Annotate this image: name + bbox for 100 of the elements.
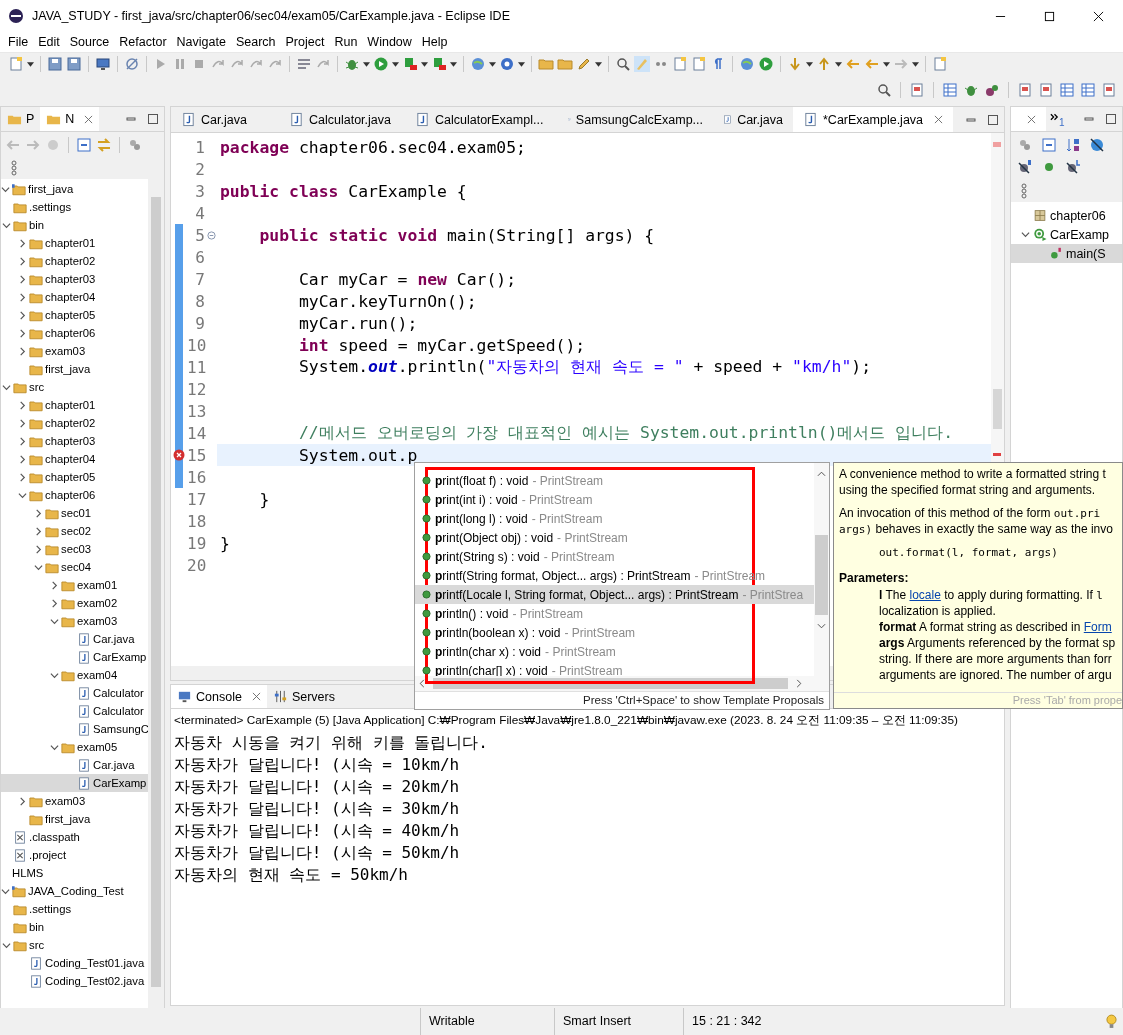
doc-icon[interactable] bbox=[1038, 81, 1054, 98]
scroll-right-icon[interactable] bbox=[796, 679, 802, 688]
hide-static-icon[interactable] bbox=[1017, 159, 1033, 175]
tree-item[interactable]: chapter05 bbox=[1, 468, 148, 486]
tree-item[interactable]: chapter02 bbox=[1, 252, 148, 270]
tree-item[interactable]: chapter01 bbox=[1, 234, 148, 252]
expand-caret-icon[interactable] bbox=[18, 274, 27, 284]
collapse-caret-icon[interactable] bbox=[50, 670, 59, 680]
completion-item[interactable]: print(String s) : void - PrintStream bbox=[415, 547, 814, 566]
expand-caret-icon[interactable] bbox=[34, 526, 43, 536]
scroll-left-icon[interactable] bbox=[419, 679, 425, 688]
globe-icon[interactable] bbox=[739, 56, 755, 72]
tree-item[interactable]: .classpath bbox=[1, 828, 148, 846]
doc-icon[interactable] bbox=[1101, 81, 1117, 98]
scroll-down-icon[interactable] bbox=[817, 623, 826, 629]
gear-icon[interactable] bbox=[499, 56, 515, 72]
search-icon[interactable] bbox=[876, 81, 892, 98]
tree-item[interactable]: sec02 bbox=[1, 522, 148, 540]
expand-caret-icon[interactable] bbox=[18, 238, 27, 248]
caret-icon[interactable] bbox=[450, 61, 457, 67]
completion-item[interactable]: print(long l) : void - PrintStream bbox=[415, 509, 814, 528]
expand-caret-icon[interactable] bbox=[34, 508, 43, 518]
tree-item[interactable]: exam01 bbox=[1, 576, 148, 594]
menu-item[interactable]: Refactor bbox=[114, 35, 172, 49]
tree-item[interactable]: first_java bbox=[1, 810, 148, 828]
caret-icon[interactable] bbox=[912, 61, 919, 67]
expand-caret-icon[interactable] bbox=[18, 346, 27, 356]
scrollbar[interactable] bbox=[814, 463, 829, 676]
tree-item[interactable]: chapter02 bbox=[1, 414, 148, 432]
tree-item[interactable]: Coding_Test01.java bbox=[1, 954, 148, 972]
play-icon[interactable] bbox=[402, 56, 418, 72]
search-icon[interactable] bbox=[615, 56, 631, 72]
expand-caret-icon[interactable] bbox=[18, 310, 27, 320]
tree-item[interactable]: chapter01 bbox=[1, 396, 148, 414]
grid-icon[interactable] bbox=[942, 81, 958, 98]
tree-item[interactable]: chapter04 bbox=[1, 450, 148, 468]
tree-item[interactable]: SamsungC bbox=[1, 720, 148, 738]
tree-item[interactable]: first_java bbox=[1, 180, 148, 198]
collapse-caret-icon[interactable] bbox=[50, 616, 59, 626]
tree-item[interactable]: first_java bbox=[1, 360, 148, 378]
save-icon[interactable] bbox=[66, 56, 82, 72]
menu-item[interactable]: Run bbox=[329, 35, 363, 49]
hide-local-icon[interactable] bbox=[1065, 159, 1081, 175]
caret-icon[interactable] bbox=[421, 61, 428, 67]
tree-item[interactable]: bin bbox=[1, 918, 148, 936]
caret-icon[interactable] bbox=[835, 61, 842, 67]
tree-item[interactable]: src bbox=[1, 936, 148, 954]
save-icon[interactable] bbox=[47, 56, 63, 72]
doc-icon[interactable] bbox=[1017, 81, 1033, 98]
caret-icon[interactable] bbox=[27, 61, 34, 67]
collapse-caret-icon[interactable] bbox=[1021, 230, 1030, 239]
sort-icon[interactable] bbox=[1065, 137, 1081, 153]
collapse-caret-icon[interactable] bbox=[18, 490, 27, 500]
menu-item[interactable]: Help bbox=[416, 35, 453, 49]
tree-item[interactable]: HLMS bbox=[1, 864, 148, 882]
editor-tab[interactable]: Car.java bbox=[713, 107, 793, 132]
collapse-caret-icon[interactable] bbox=[1, 886, 10, 896]
tree-item[interactable]: Calculator bbox=[1, 702, 148, 720]
tree-item[interactable]: chapter04 bbox=[1, 288, 148, 306]
editor-tab[interactable]: CalculatorExampl... bbox=[405, 107, 558, 132]
menu-item[interactable]: Source bbox=[64, 35, 115, 49]
tree-item[interactable]: src bbox=[1, 378, 148, 396]
lightbulb-icon[interactable] bbox=[1106, 1014, 1117, 1029]
doc-icon[interactable] bbox=[909, 81, 925, 98]
collapse-caret-icon[interactable] bbox=[1, 184, 10, 194]
tree-item[interactable]: exam03 bbox=[1, 342, 148, 360]
completion-item[interactable]: print(float f) : void - PrintStream bbox=[415, 471, 814, 490]
doc-link[interactable]: locale bbox=[909, 588, 941, 602]
menu-item[interactable]: Edit bbox=[33, 35, 65, 49]
tree-item[interactable]: exam04 bbox=[1, 666, 148, 684]
expand-caret-icon[interactable] bbox=[18, 328, 27, 338]
expand-caret-icon[interactable] bbox=[18, 400, 27, 410]
fold-icon[interactable] bbox=[206, 230, 216, 240]
menu-item[interactable]: File bbox=[3, 35, 34, 49]
tree-item[interactable]: chapter06 bbox=[1, 486, 148, 504]
scroll-up-icon[interactable] bbox=[817, 471, 826, 477]
tree-item[interactable]: sec01 bbox=[1, 504, 148, 522]
expand-caret-icon[interactable] bbox=[18, 796, 27, 806]
completion-item[interactable]: println(boolean x) : void - PrintStream bbox=[415, 623, 814, 642]
outline-item[interactable]: CarExamp bbox=[1011, 225, 1122, 244]
expand-caret-icon[interactable] bbox=[18, 436, 27, 446]
grid-icon[interactable] bbox=[1080, 81, 1096, 98]
menu-item[interactable]: Project bbox=[280, 35, 330, 49]
tree-item[interactable]: sec03 bbox=[1, 540, 148, 558]
doc-link[interactable]: Form bbox=[1083, 620, 1112, 634]
tree-item[interactable]: exam03 bbox=[1, 792, 148, 810]
menu-item[interactable]: Window bbox=[362, 35, 417, 49]
caret-icon[interactable] bbox=[518, 61, 525, 67]
expand-caret-icon[interactable] bbox=[50, 580, 59, 590]
completion-item[interactable]: println(char x) : void - PrintStream bbox=[415, 642, 814, 661]
caret-icon[interactable] bbox=[595, 61, 602, 67]
view-tab[interactable]: Servers bbox=[266, 685, 341, 708]
tree-item[interactable]: CarExamp bbox=[1, 774, 148, 792]
editor-tab[interactable]: *CarExample.java bbox=[793, 107, 954, 132]
collapse-all-icon[interactable] bbox=[1041, 137, 1057, 153]
completion-item[interactable]: println() : void - PrintStream bbox=[415, 604, 814, 623]
menu-item[interactable]: Navigate bbox=[171, 35, 231, 49]
play-icon[interactable] bbox=[431, 56, 447, 72]
editor-tab[interactable]: SamsungCalcExamp... bbox=[558, 107, 713, 132]
collapse-caret-icon[interactable] bbox=[2, 382, 11, 392]
